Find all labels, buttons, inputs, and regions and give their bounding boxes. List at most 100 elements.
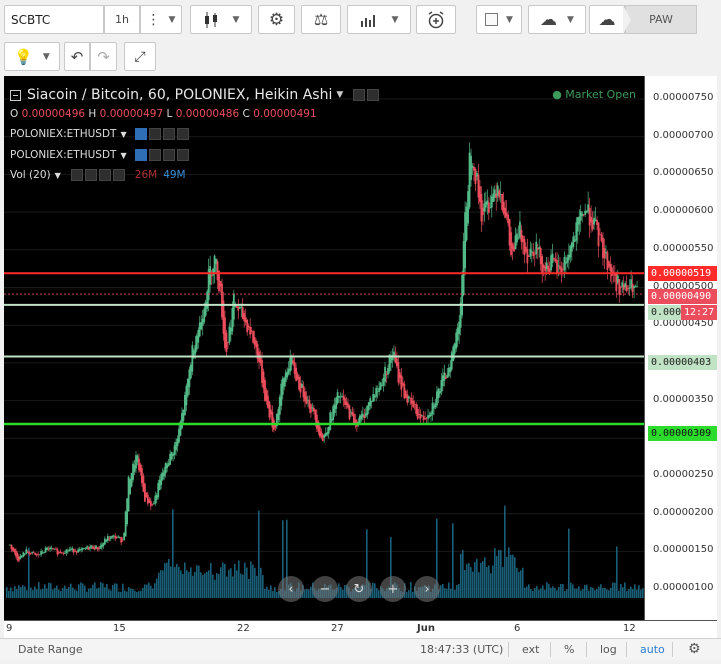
volume-bar — [244, 562, 246, 598]
extended-hours-toggle[interactable]: ext — [522, 643, 539, 656]
volume-bar — [242, 574, 244, 598]
settings-button[interactable]: ⚙ — [258, 5, 295, 34]
volume-bar — [480, 562, 482, 598]
eye-icon[interactable] — [353, 89, 366, 101]
interval-select[interactable]: 1h — [104, 5, 140, 34]
alert-button[interactable] — [416, 5, 456, 34]
volume-bar — [60, 591, 62, 598]
zoom-in-button[interactable]: + — [380, 576, 406, 602]
divider — [550, 642, 551, 657]
gear-icon[interactable] — [148, 149, 161, 161]
divider — [586, 642, 587, 657]
volume-bar — [492, 565, 494, 598]
undo-button[interactable]: ↶ — [64, 42, 90, 71]
save-chart-button[interactable]: ☁ — [589, 5, 625, 34]
gear-icon[interactable] — [148, 128, 161, 140]
date-range-button[interactable]: Date Range — [18, 643, 83, 656]
volume-bar — [564, 591, 566, 598]
candle-body — [84, 548, 87, 550]
chart-header: Siacoin / Bitcoin, 60, POLONIEX, Heikin … — [10, 87, 380, 103]
volume-bar — [88, 588, 90, 598]
paw-button[interactable]: PAW — [625, 5, 697, 34]
chevron-down-icon[interactable]: ▼ — [336, 90, 343, 100]
volume-bar — [266, 586, 268, 598]
theme-button[interactable]: 💡 ▼ — [4, 42, 60, 71]
volume-bar — [66, 588, 68, 598]
volume-bar — [132, 589, 134, 598]
collapse-legend-icon[interactable] — [10, 89, 21, 101]
redo-button[interactable]: ↷ — [90, 42, 117, 71]
zoom-out-button[interactable]: − — [312, 576, 338, 602]
indicators-button[interactable]: ▼ — [347, 5, 411, 34]
gear-icon[interactable] — [367, 89, 380, 101]
eye-icon[interactable] — [134, 149, 147, 161]
chart-title[interactable]: Siacoin / Bitcoin, 60, POLONIEX, Heikin … — [27, 87, 332, 103]
volume-bar — [164, 563, 166, 598]
price-tag-pale-value: 0.000 — [651, 307, 682, 318]
volume-bar — [568, 528, 570, 598]
volume-bar — [580, 590, 582, 598]
volume-bar — [578, 586, 580, 598]
bar-countdown: 12:27 — [681, 305, 717, 320]
volume-bar — [446, 588, 448, 598]
volume-bar — [168, 559, 170, 598]
volume-bar — [604, 587, 606, 598]
symbol-search-input[interactable] — [4, 5, 104, 34]
ohlc-low: 0.00000486 — [175, 108, 240, 120]
auto-scale-toggle[interactable]: auto — [640, 643, 665, 656]
volume-bar — [68, 587, 70, 598]
scroll-left-button[interactable]: ‹ — [278, 576, 304, 602]
eye-icon[interactable] — [134, 128, 147, 140]
log-scale-toggle[interactable]: log — [600, 643, 617, 656]
time-axis[interactable]: 9 15 22 27 Jun 6 12 — [4, 620, 717, 638]
volume-bar — [254, 567, 256, 598]
close-icon[interactable] — [176, 128, 189, 140]
percent-scale-toggle[interactable]: % — [564, 643, 574, 656]
plus-icon[interactable] — [98, 169, 111, 181]
study-label[interactable]: POLONIEX:ETHUSDT — [10, 149, 116, 161]
price-tag-current-value: 0.00000490 — [651, 291, 712, 302]
study-legend-2[interactable]: POLONIEX:ETHUSDT ▼ — [10, 147, 189, 163]
volume-bar — [110, 590, 112, 598]
study-legend-1[interactable]: POLONIEX:ETHUSDT ▼ — [10, 126, 189, 142]
drawing-style-button[interactable]: ▼ — [476, 5, 522, 34]
volume-bar — [24, 586, 26, 598]
plus-icon[interactable] — [162, 128, 175, 140]
price-axis[interactable]: 0.00000750 0.00000700 0.00000650 0.00000600… — [644, 76, 717, 620]
volume-bar — [72, 587, 74, 598]
plus-icon[interactable] — [162, 149, 175, 161]
eye-icon[interactable] — [70, 169, 83, 181]
gear-icon[interactable] — [84, 169, 97, 181]
chevron-down-icon[interactable]: ▼ — [120, 151, 126, 160]
fullscreen-button[interactable]: ⤢ — [124, 42, 156, 71]
chart-pane[interactable]: Siacoin / Bitcoin, 60, POLONIEX, Heikin … — [4, 76, 644, 620]
reset-button[interactable]: ↻ — [346, 576, 372, 602]
chevron-down-icon[interactable]: ▼ — [120, 130, 126, 139]
ohlc-h-label: H — [88, 108, 97, 120]
compare-button[interactable]: ⚖ — [301, 5, 341, 34]
interval-menu-button[interactable]: ⋮ ▼ — [140, 5, 182, 34]
square-icon — [485, 13, 499, 26]
volume-label[interactable]: Vol (20) — [10, 169, 51, 181]
chevron-down-icon[interactable]: ▼ — [55, 171, 61, 180]
volume-bar — [32, 590, 34, 598]
gear-icon[interactable]: ⚙ — [688, 641, 701, 657]
close-icon[interactable] — [176, 149, 189, 161]
volume-bar — [372, 582, 374, 598]
price-label: 0.00000550 — [653, 242, 714, 254]
close-icon[interactable] — [112, 169, 125, 181]
load-chart-button[interactable]: ☁ ▼ — [528, 5, 586, 34]
volume-bar — [170, 566, 172, 598]
volume-legend[interactable]: Vol (20) ▼ 26M 49M — [10, 167, 186, 183]
volume-bar — [192, 575, 194, 598]
scroll-right-button[interactable]: › — [414, 576, 440, 602]
chart-type-button[interactable]: ▼ — [190, 5, 252, 34]
volume-bar — [616, 546, 618, 598]
volume-bar — [184, 562, 186, 598]
volume-bar — [460, 553, 462, 598]
study-label[interactable]: POLONIEX:ETHUSDT — [10, 128, 116, 140]
candle-body — [120, 537, 123, 543]
volume-bar — [258, 510, 260, 598]
volume-bar — [8, 590, 10, 598]
utc-clock[interactable]: 18:47:33 (UTC) — [420, 643, 503, 656]
